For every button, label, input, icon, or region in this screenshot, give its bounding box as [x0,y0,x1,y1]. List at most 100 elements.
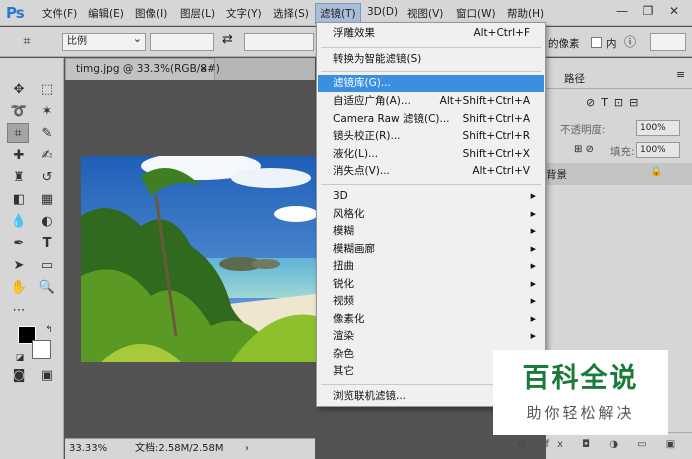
eraser-tool-icon[interactable]: ◧ [8,190,30,210]
menu-item-camera-raw[interactable]: Camera Raw 滤镜(C)... Shift+Ctrl+A [318,111,544,128]
lens-correction-label: 镜头校正(R)... [333,130,401,142]
screen-mode-icon[interactable]: ▣ [36,366,58,386]
convert-smart-label: 转换为智能滤镜(S) [333,53,422,65]
menu-item-stylize[interactable]: 风格化 ▶ [318,206,544,223]
menu-item-liquify[interactable]: 液化(L)... Shift+Ctrl+X [318,146,544,163]
toolbox: ✥ ⬚ ➰ ✶ ⌗ ✎ ✚ ✍ ♜ ↺ ◧ ▦ 💧 ◐ ✒ T ➤ ▭ ✋ 🔍 … [0,58,64,459]
canvas-area[interactable] [65,80,316,438]
menu-filter[interactable]: 滤镜(T) [315,3,361,24]
shape-tool-icon[interactable]: ▭ [36,256,58,276]
menu-type[interactable]: 文字(Y) [226,6,262,21]
close-tab-icon[interactable]: × [199,59,208,80]
menu-separator [321,47,541,48]
zoom-tool-icon[interactable]: 🔍 [36,278,58,298]
info-icon[interactable]: ⓘ [624,33,636,50]
brush-tool-icon[interactable]: ✍ [36,146,58,166]
magic-wand-icon[interactable]: ✶ [36,102,58,122]
last-filter-label: 浮雕效果 [333,27,375,39]
history-brush-icon[interactable]: ↺ [36,168,58,188]
menu-separator [321,71,541,72]
content-aware-checkbox[interactable] [591,37,602,48]
menu-3d[interactable]: 3D(D) [367,6,398,18]
menu-image[interactable]: 图像(I) [135,6,167,21]
lasso-tool-icon[interactable]: ➰ [8,102,30,122]
swap-icon[interactable]: ⇄ [222,32,233,47]
submenu-label: 其它 [333,365,354,377]
opacity-label: 不透明度: [560,124,606,136]
adaptive-wide-angle-label: 自适应广角(A)... [333,95,411,107]
menu-edit[interactable]: 编辑(E) [88,6,124,21]
path-select-icon[interactable]: ➤ [8,256,30,276]
menu-item-3d[interactable]: 3D ▶ [318,188,544,205]
delete-pixels-label: 的像素 [548,38,580,50]
type-tool-icon[interactable]: T [36,234,58,254]
swap-colors-icon[interactable]: ↰ [38,320,60,340]
status-menu-arrow-icon[interactable]: › [245,439,249,459]
stamp-tool-icon[interactable]: ♜ [8,168,30,188]
eyedropper-icon[interactable]: ✎ [36,124,58,144]
gradient-tool-icon[interactable]: ▦ [36,190,58,210]
liquify-shortcut: Shift+Ctrl+X [462,148,530,160]
panel-menu-icon[interactable]: ≡ [676,68,685,81]
pen-tool-icon[interactable]: ✒ [8,234,30,254]
background-color-swatch[interactable] [32,340,51,359]
height-input[interactable] [244,33,314,51]
minimize-icon[interactable]: — [610,2,634,20]
menu-item-filter-gallery[interactable]: 滤镜库(G)... [318,75,544,92]
restore-icon[interactable]: ❐ [636,2,660,20]
dodge-tool-icon[interactable]: ◐ [36,212,58,232]
menu-item-render[interactable]: 渲染 ▶ [318,328,544,345]
crop-tool-icon[interactable]: ⌗ [7,123,29,143]
quick-mask-icon[interactable]: ◙ [8,366,30,386]
blur-tool-icon[interactable]: 💧 [8,212,30,232]
menu-item-sharpen[interactable]: 锐化 ▶ [318,276,544,293]
crop-tool-icon[interactable]: ⌗ [16,32,38,52]
menu-item-vanishing-point[interactable]: 消失点(V)... Alt+Ctrl+V [318,163,544,180]
menu-item-adaptive-wide-angle[interactable]: 自适应广角(A)... Alt+Shift+Ctrl+A [318,93,544,110]
menu-item-convert-smart[interactable]: 转换为智能滤镜(S) [318,51,544,68]
submenu-label: 渲染 [333,330,354,342]
close-icon[interactable]: ✕ [662,2,686,20]
lock-icons[interactable]: ⊞ ⊘ [574,144,594,155]
layer-filter-icons[interactable]: ⊘T⊡⊟ [586,96,644,109]
lens-correction-shortcut: Shift+Ctrl+R [462,130,530,142]
menu-file[interactable]: 文件(F) [42,6,77,21]
layer-action-icons[interactable]: ⊝ fx ◘ ◑ ▭ ▣ 🗑 [518,439,692,450]
menu-item-pixelate[interactable]: 像素化 ▶ [318,311,544,328]
menu-item-blur[interactable]: 模糊 ▶ [318,223,544,240]
adaptive-wide-angle-shortcut: Alt+Shift+Ctrl+A [439,95,530,107]
more-tools-icon[interactable]: ⋯ [8,301,30,321]
zoom-level[interactable]: 33.33% [69,439,107,459]
opacity-input[interactable]: 100% [636,120,680,136]
menu-select[interactable]: 选择(S) [273,6,309,21]
photoshop-logo: Ps [6,4,25,22]
menu-item-lens-correction[interactable]: 镜头校正(R)... Shift+Ctrl+R [318,128,544,145]
submenu-label: 像素化 [333,313,365,325]
tab-paths[interactable]: 路径 [564,71,585,86]
fill-input[interactable]: 100% [636,142,680,158]
default-colors-icon[interactable]: ◪ [9,348,31,368]
marquee-tool-icon[interactable]: ⬚ [36,80,58,100]
content-aware-label: 内 [606,38,617,50]
menu-item-distort[interactable]: 扭曲 ▶ [318,258,544,275]
healing-brush-icon[interactable]: ✚ [8,146,30,166]
width-input[interactable] [150,33,214,51]
document-tab[interactable]: timg.jpg @ 33.3%(RGB/8#) × [65,58,220,80]
move-tool-icon[interactable]: ✥ [8,80,30,100]
menu-item-blur-gallery[interactable]: 模糊画廊 ▶ [318,241,544,258]
camera-raw-label: Camera Raw 滤镜(C)... [333,113,450,125]
layer-row-background[interactable]: 背景 🔒 [546,163,692,185]
workspace-select[interactable] [650,33,686,51]
menu-item-last-filter[interactable]: 浮雕效果 Alt+Ctrl+F [318,25,544,42]
menu-window[interactable]: 窗口(W) [456,6,496,21]
submenu-label: 模糊 [333,225,354,237]
menu-layer[interactable]: 图层(L) [180,6,215,21]
hand-tool-icon[interactable]: ✋ [8,278,30,298]
submenu-label: 3D [333,190,348,202]
menu-item-video[interactable]: 视频 ▶ [318,293,544,310]
menu-view[interactable]: 视图(V) [407,6,443,21]
ratio-select[interactable]: 比例 [62,31,146,51]
submenu-label: 扭曲 [333,260,354,272]
browse-online-label: 浏览联机滤镜... [333,390,407,402]
menu-help[interactable]: 帮助(H) [507,6,544,21]
